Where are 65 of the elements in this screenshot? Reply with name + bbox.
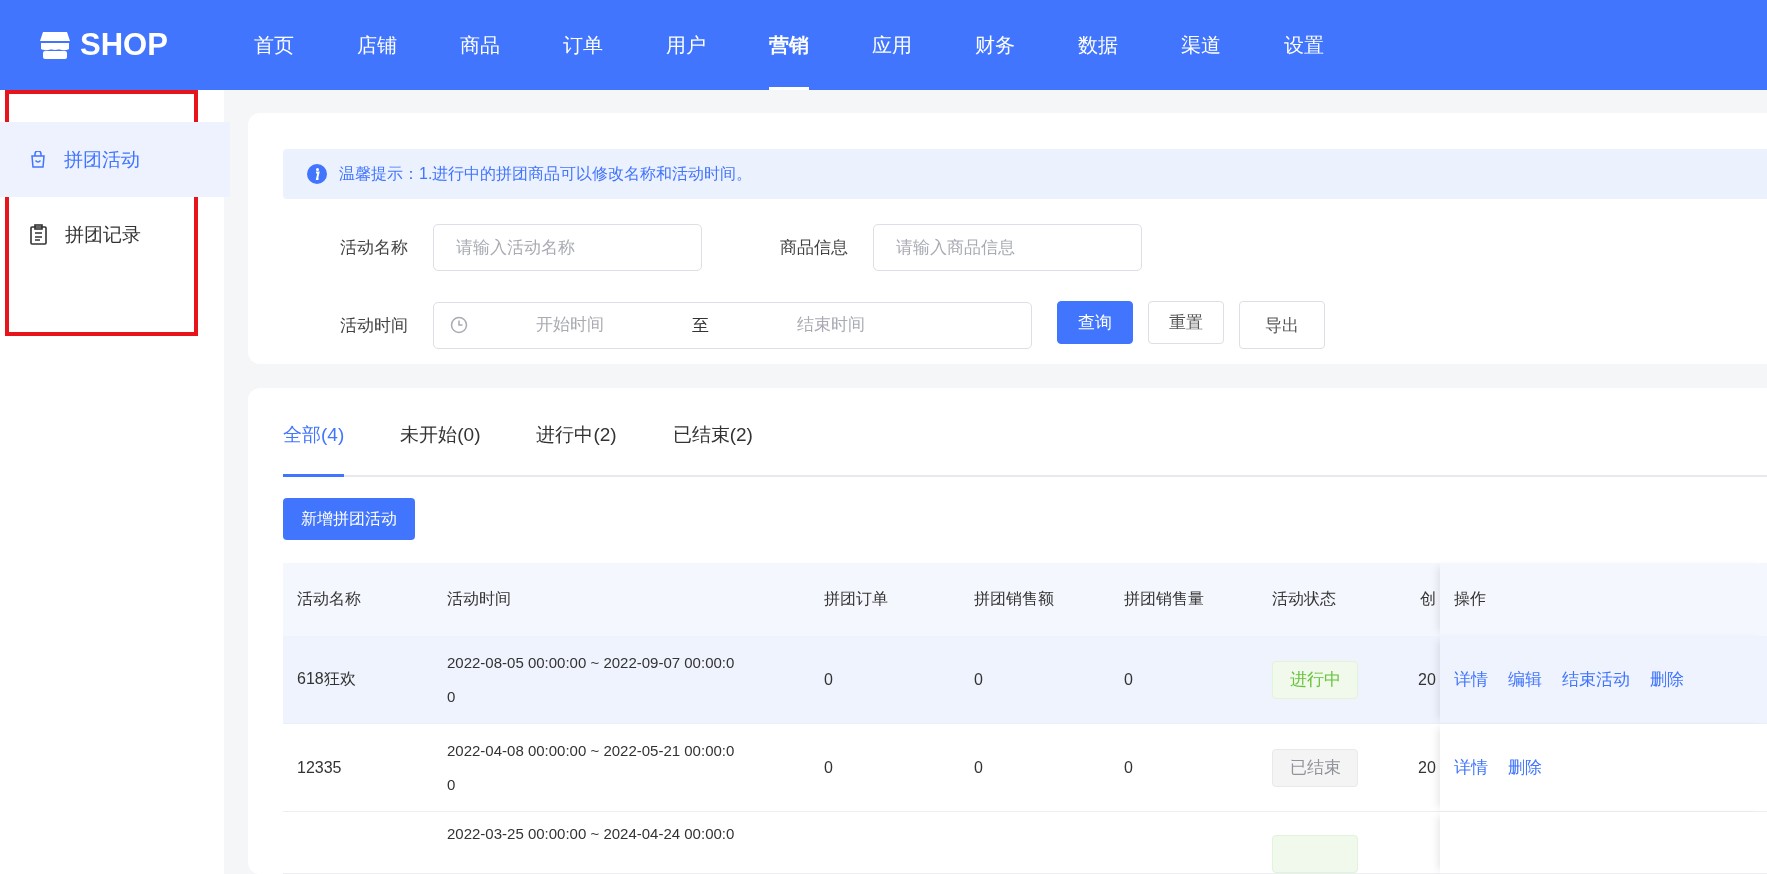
nav-item[interactable]: 店铺 bbox=[357, 0, 397, 90]
table-cell: 618狂欢 bbox=[283, 636, 433, 724]
field-label: 活动时间 bbox=[339, 314, 408, 337]
action-link[interactable]: 删除 bbox=[1650, 668, 1684, 691]
table-cell: 20 bbox=[1418, 758, 1436, 777]
notice-text: 温馨提示：1.进行中的拼团商品可以修改名称和活动时间。 bbox=[339, 163, 753, 184]
table-cell-text: 2022-03-25 00:00:00 ~ 2024-04-24 00:00:0 bbox=[447, 824, 736, 844]
table-cell: 0 bbox=[974, 758, 983, 777]
add-activity-button[interactable]: 新增拼团活动 bbox=[283, 498, 415, 540]
range-separator: 至 bbox=[691, 314, 710, 337]
status-tab[interactable]: 全部(4) bbox=[283, 406, 345, 477]
status-tag: 已结束 bbox=[1272, 748, 1358, 787]
nav-item[interactable]: 订单 bbox=[563, 0, 603, 90]
nav-item[interactable]: 渠道 bbox=[1181, 0, 1221, 90]
table-cell: 20 bbox=[1418, 670, 1436, 689]
text-field[interactable]: 请输入商品信息 bbox=[873, 224, 1142, 271]
logo-text: SHOP bbox=[80, 27, 168, 63]
table-cell: 0 bbox=[974, 670, 983, 689]
bag-icon bbox=[30, 151, 46, 168]
nav-item[interactable]: 数据 bbox=[1078, 0, 1118, 90]
table-cell-text: 2022-08-05 00:00:00 ~ 2022-09-07 00:00:00 bbox=[447, 652, 736, 707]
info-icon bbox=[307, 164, 327, 184]
filter-button[interactable]: 查询 bbox=[1057, 301, 1133, 344]
column-header: 创 bbox=[1408, 563, 1440, 636]
column-header: 拼团销售额 bbox=[960, 563, 1110, 636]
table-cell: 0 bbox=[824, 758, 833, 777]
action-link[interactable]: 详情 bbox=[1454, 756, 1488, 779]
action-link[interactable]: 编辑 bbox=[1508, 668, 1542, 691]
action-link[interactable]: 结束活动 bbox=[1562, 668, 1630, 691]
nav-item[interactable]: 营销 bbox=[769, 0, 809, 90]
status-tab[interactable]: 进行中(2) bbox=[536, 406, 617, 477]
date-range-field[interactable]: 开始时间 至 结束时间 bbox=[433, 301, 1032, 349]
text-field[interactable]: 请输入活动名称 bbox=[433, 224, 702, 271]
table-cell: 0 bbox=[824, 670, 833, 689]
status-tab[interactable]: 已结束(2) bbox=[672, 406, 753, 477]
column-header: 活动状态 bbox=[1258, 563, 1408, 636]
column-header: 活动名称 bbox=[283, 563, 433, 636]
filter-button[interactable]: 重置 bbox=[1148, 301, 1224, 344]
nav-item[interactable]: 设置 bbox=[1284, 0, 1324, 90]
end-date-input[interactable]: 结束时间 bbox=[729, 314, 933, 336]
action-link[interactable]: 删除 bbox=[1508, 756, 1542, 779]
status-tab[interactable]: 未开始(0) bbox=[400, 406, 481, 477]
field-label: 商品信息 bbox=[779, 237, 848, 259]
column-header: 拼团销售量 bbox=[1110, 563, 1258, 636]
start-date-input[interactable]: 开始时间 bbox=[468, 314, 672, 336]
clock-icon bbox=[450, 316, 468, 334]
clipboard-icon bbox=[30, 224, 47, 245]
nav-item[interactable]: 首页 bbox=[254, 0, 294, 90]
nav-item[interactable]: 用户 bbox=[666, 0, 706, 90]
column-header: 拼团订单 bbox=[810, 563, 960, 636]
nav-item[interactable]: 财务 bbox=[975, 0, 1015, 90]
table-cell: 0 bbox=[1124, 758, 1133, 777]
column-header: 操作 bbox=[1440, 563, 1767, 636]
sidebar-item[interactable]: 拼团活动 bbox=[0, 122, 230, 197]
field-label: 活动名称 bbox=[339, 237, 408, 259]
status-tag: 进行中 bbox=[1272, 660, 1358, 699]
column-header: 活动时间 bbox=[433, 563, 810, 636]
nav-item[interactable]: 应用 bbox=[872, 0, 912, 90]
action-link[interactable]: 详情 bbox=[1454, 668, 1488, 691]
store-icon bbox=[40, 31, 70, 59]
table-cell-text: 2022-04-08 00:00:00 ~ 2022-05-21 00:00:00 bbox=[447, 740, 736, 795]
sidebar-item[interactable]: 拼团记录 bbox=[0, 197, 230, 272]
filter-button[interactable]: 导出 bbox=[1239, 301, 1325, 349]
table-cell: 0 bbox=[1124, 670, 1133, 689]
nav-item[interactable]: 商品 bbox=[460, 0, 500, 90]
